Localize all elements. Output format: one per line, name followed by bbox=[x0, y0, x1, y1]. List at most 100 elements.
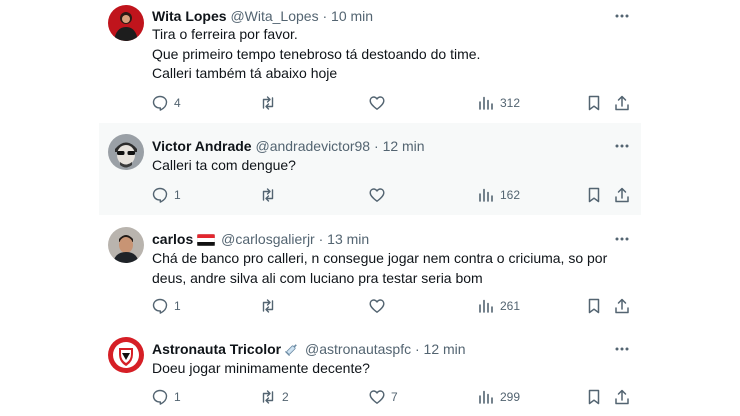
sao-paulo-flag-icon bbox=[197, 234, 216, 246]
views-button[interactable]: 261 bbox=[477, 295, 520, 317]
views-button[interactable]: 299 bbox=[477, 386, 520, 408]
reply-icon bbox=[152, 389, 168, 405]
tweet-actions: 4 312 bbox=[143, 92, 633, 114]
share-icon bbox=[615, 298, 629, 314]
tweet-line: Chá de banco pro calleri, n consegue jog… bbox=[152, 250, 608, 266]
bookmark-icon bbox=[588, 298, 600, 314]
view-count: 299 bbox=[500, 390, 521, 404]
avatar[interactable] bbox=[108, 227, 144, 263]
handle[interactable]: @andradevictor98 bbox=[255, 138, 370, 154]
bookmark-icon bbox=[588, 187, 600, 203]
reply-icon bbox=[152, 298, 168, 314]
repost-count: 2 bbox=[282, 390, 289, 404]
views-chart-icon bbox=[479, 188, 493, 202]
bookmark-button[interactable] bbox=[585, 295, 603, 317]
tweet-line: Calleri ta com dengue? bbox=[152, 157, 296, 173]
reply-icon bbox=[152, 95, 168, 111]
handle[interactable]: @astronautaspfc bbox=[305, 341, 411, 357]
tweet[interactable]: Astronauta Tricolor @astronautaspfc · 12… bbox=[99, 327, 641, 416]
view-count: 312 bbox=[500, 96, 521, 110]
share-button[interactable] bbox=[613, 92, 631, 114]
tweet-actions: 1 162 bbox=[143, 184, 633, 206]
heart-icon bbox=[369, 299, 385, 313]
repost-button[interactable]: 2 bbox=[259, 386, 289, 408]
reply-button[interactable]: 1 bbox=[151, 184, 181, 206]
replies-feed: Wita Lopes @Wita_Lopes · 10 min Tira o f… bbox=[99, 0, 641, 416]
reply-count: 1 bbox=[174, 299, 181, 313]
display-name[interactable]: Victor Andrade bbox=[152, 138, 252, 154]
separator: · bbox=[322, 8, 328, 24]
reply-button[interactable]: 4 bbox=[151, 92, 181, 114]
reply-count: 4 bbox=[174, 96, 181, 110]
repost-icon bbox=[262, 299, 274, 313]
reply-button[interactable]: 1 bbox=[151, 295, 181, 317]
tweet[interactable]: Victor Andrade @andradevictor98 · 12 min… bbox=[99, 123, 641, 215]
more-options-icon[interactable] bbox=[613, 230, 631, 248]
repost-icon bbox=[262, 96, 274, 110]
views-chart-icon bbox=[479, 299, 493, 313]
tweet-text: Calleri ta com dengue? bbox=[152, 156, 622, 176]
timestamp[interactable]: 13 min bbox=[327, 231, 369, 247]
separator: · bbox=[374, 138, 379, 154]
tweet-text: Chá de banco pro calleri, n consegue jog… bbox=[152, 249, 622, 288]
tweet-text: Doeu jogar minimamente decente? bbox=[152, 359, 622, 379]
more-options-icon[interactable] bbox=[613, 340, 631, 358]
tweet-line: Tira o ferreira por favor. bbox=[152, 26, 298, 42]
share-icon bbox=[615, 95, 629, 111]
tweet-text: Tira o ferreira por favor. Que primeiro … bbox=[152, 25, 622, 84]
tweet-actions: 1 261 bbox=[143, 295, 633, 317]
more-options-icon[interactable] bbox=[613, 7, 631, 25]
tweet-line: deus, andre silva ali com luciano pra te… bbox=[152, 269, 483, 286]
share-button[interactable] bbox=[613, 386, 631, 408]
avatar[interactable] bbox=[108, 134, 144, 170]
repost-button[interactable] bbox=[259, 295, 282, 317]
timestamp[interactable]: 10 min bbox=[331, 8, 373, 24]
handle[interactable]: @Wita_Lopes bbox=[230, 8, 318, 24]
tweet[interactable]: Wita Lopes @Wita_Lopes · 10 min Tira o f… bbox=[99, 0, 641, 122]
repost-button[interactable] bbox=[259, 92, 282, 114]
like-button[interactable]: 7 bbox=[368, 386, 398, 408]
heart-icon bbox=[369, 96, 385, 110]
reply-count: 1 bbox=[174, 390, 181, 404]
more-options-icon[interactable] bbox=[613, 137, 631, 155]
bookmark-button[interactable] bbox=[585, 386, 603, 408]
display-name[interactable]: Wita Lopes bbox=[152, 8, 227, 24]
tweet-actions: 1 2 7 299 bbox=[143, 386, 633, 408]
bookmark-button[interactable] bbox=[585, 184, 603, 206]
handle[interactable]: @carlosgalierjr bbox=[221, 231, 315, 247]
share-button[interactable] bbox=[613, 295, 631, 317]
like-button[interactable] bbox=[368, 92, 391, 114]
view-count: 162 bbox=[500, 188, 521, 202]
views-button[interactable]: 312 bbox=[477, 92, 520, 114]
like-count: 7 bbox=[391, 390, 398, 404]
reply-button[interactable]: 1 bbox=[151, 386, 181, 408]
tweet-line: Que primeiro tempo tenebroso tá destoand… bbox=[152, 45, 481, 62]
views-button[interactable]: 162 bbox=[477, 184, 520, 206]
tweet-line: Doeu jogar minimamente decente? bbox=[152, 360, 370, 376]
repost-button[interactable] bbox=[259, 184, 282, 206]
display-name[interactable]: carlos bbox=[152, 231, 193, 247]
syringe-icon bbox=[285, 344, 297, 356]
share-icon bbox=[615, 187, 629, 203]
separator: · bbox=[318, 231, 324, 247]
views-chart-icon bbox=[479, 390, 493, 404]
reply-count: 1 bbox=[174, 188, 181, 202]
repost-icon bbox=[262, 188, 274, 202]
avatar[interactable] bbox=[108, 5, 144, 41]
spfc-crest-icon bbox=[108, 337, 144, 373]
tweet[interactable]: carlos @carlosgalierjr · 13 min Chá de b… bbox=[99, 216, 641, 326]
like-button[interactable] bbox=[368, 295, 391, 317]
bookmark-button[interactable] bbox=[585, 92, 603, 114]
avatar[interactable] bbox=[108, 337, 144, 373]
bookmark-icon bbox=[588, 95, 600, 111]
share-icon bbox=[615, 389, 629, 405]
display-name[interactable]: Astronauta Tricolor bbox=[152, 341, 281, 357]
timestamp[interactable]: 12 min bbox=[424, 341, 466, 357]
reply-icon bbox=[152, 187, 168, 203]
timestamp[interactable]: 12 min bbox=[383, 138, 425, 154]
like-button[interactable] bbox=[368, 184, 391, 206]
share-button[interactable] bbox=[613, 184, 631, 206]
heart-icon bbox=[369, 188, 385, 202]
heart-icon bbox=[369, 390, 385, 404]
views-chart-icon bbox=[479, 96, 493, 110]
